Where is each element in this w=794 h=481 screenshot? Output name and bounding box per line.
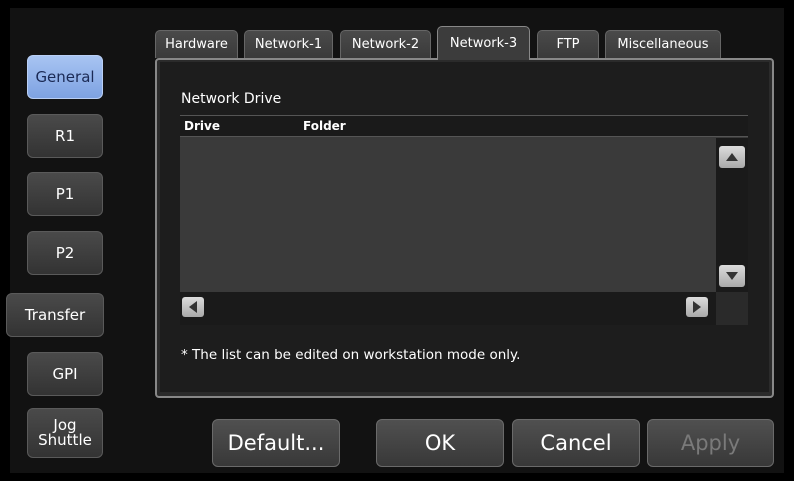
section-title: Network Drive: [181, 91, 282, 107]
tab-network-2[interactable]: Network-2: [340, 30, 431, 58]
triangle-down-icon: [726, 272, 738, 280]
sidebar-item-p2[interactable]: P2: [27, 231, 103, 275]
column-header-drive: Drive: [184, 119, 220, 133]
scroll-down-button[interactable]: [719, 265, 745, 287]
sidebar-item-general[interactable]: General: [27, 55, 103, 99]
sidebar-item-p1[interactable]: P1: [27, 172, 103, 216]
tab-ftp[interactable]: FTP: [537, 30, 599, 58]
scroll-right-button[interactable]: [686, 297, 708, 317]
scroll-up-button[interactable]: [719, 146, 745, 168]
tab-network-3[interactable]: Network-3: [437, 26, 530, 60]
scroll-left-button[interactable]: [182, 297, 204, 317]
apply-button[interactable]: Apply: [647, 419, 774, 467]
sidebar-item-transfer[interactable]: Transfer: [6, 293, 104, 337]
triangle-left-icon: [189, 301, 197, 313]
edit-restriction-note: * The list can be edited on workstation …: [181, 347, 521, 363]
sidebar-item-jog-shuttle[interactable]: Jog Shuttle: [27, 408, 103, 458]
sidebar-item-r1[interactable]: R1: [27, 114, 103, 158]
ok-button[interactable]: OK: [376, 419, 504, 467]
horizontal-scrollbar[interactable]: [180, 292, 716, 325]
triangle-up-icon: [726, 153, 738, 161]
scrollbar-corner: [716, 292, 748, 325]
cancel-button[interactable]: Cancel: [512, 419, 640, 467]
sidebar-item-gpi[interactable]: GPI: [27, 352, 103, 396]
vertical-scrollbar[interactable]: [716, 138, 748, 292]
tab-miscellaneous[interactable]: Miscellaneous: [605, 30, 721, 58]
tab-hardware[interactable]: Hardware: [155, 30, 238, 58]
tab-network-1[interactable]: Network-1: [244, 30, 333, 58]
list-header: Drive Folder: [180, 115, 748, 137]
default-button[interactable]: Default...: [212, 419, 340, 467]
column-header-folder: Folder: [303, 119, 346, 133]
triangle-right-icon: [693, 301, 701, 313]
